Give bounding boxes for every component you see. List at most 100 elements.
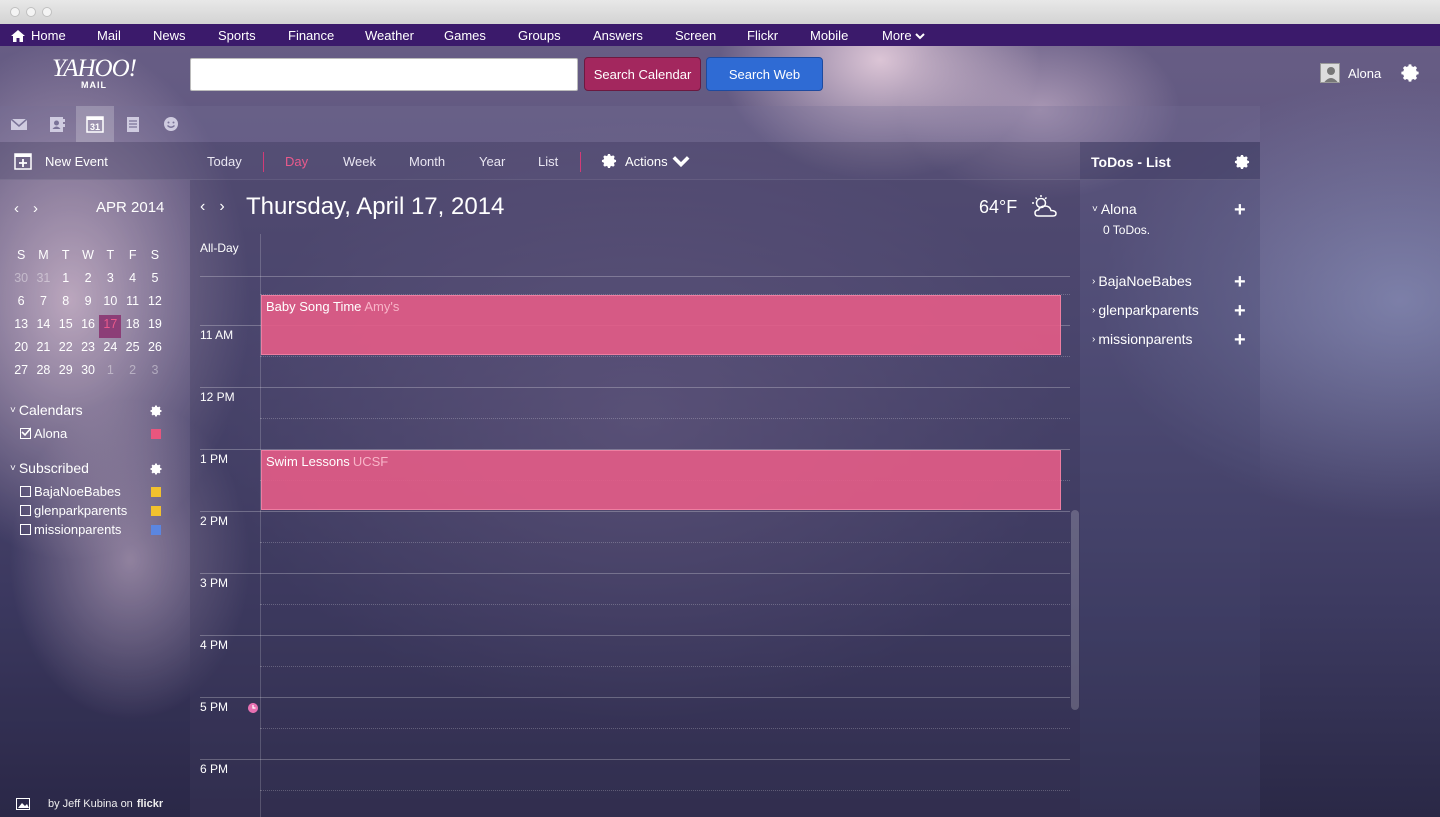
mini-calendar-day[interactable]: 16	[77, 315, 99, 338]
event-baby-song-time[interactable]: Baby Song Time Amy's	[261, 295, 1061, 355]
subscribed-item-glenparkparents[interactable]: glenparkparents	[20, 503, 127, 518]
mini-calendar-day[interactable]: 15	[55, 315, 77, 338]
subscribed-item-missionparents[interactable]: missionparents	[20, 522, 121, 537]
event-swim-lessons[interactable]: Swim Lessons UCSF	[261, 450, 1061, 510]
actions-menu[interactable]: Actions	[600, 152, 697, 170]
notepad-tab[interactable]	[114, 106, 152, 142]
mini-calendar-day[interactable]: 7	[32, 292, 54, 315]
mini-calendar-day[interactable]: 1	[99, 361, 121, 384]
todo-list-missionparents[interactable]: › missionparents	[1092, 331, 1193, 347]
mini-calendar-day[interactable]: 2	[77, 269, 99, 292]
settings-gear-icon[interactable]	[1399, 62, 1421, 84]
nav-mobile[interactable]: Mobile	[810, 28, 848, 43]
background-photo-credit[interactable]: by Jeff Kubina on flickr	[16, 798, 163, 810]
mini-calendar-day[interactable]: 26	[144, 338, 166, 361]
mini-calendar-day[interactable]: 13	[10, 315, 32, 338]
nav-more[interactable]: More	[882, 28, 925, 43]
todo-list-bajanoebabes[interactable]: › BajaNoeBabes	[1092, 273, 1192, 289]
mini-calendar-day[interactable]: 5	[144, 269, 166, 292]
user-menu[interactable]: Alona	[1320, 63, 1381, 83]
todo-list-alona[interactable]: ˅ Alona	[1092, 201, 1137, 217]
nav-finance[interactable]: Finance	[288, 28, 334, 43]
mini-calendar-day[interactable]: 24	[99, 338, 121, 361]
calendar-color-swatch[interactable]	[151, 506, 161, 516]
mini-calendar-nav[interactable]: ‹›	[14, 200, 52, 217]
week-view-button[interactable]: Week	[343, 154, 376, 169]
mini-calendar-day[interactable]: 28	[32, 361, 54, 384]
nav-home[interactable]: Home	[11, 28, 66, 43]
contacts-tab[interactable]	[38, 106, 76, 142]
todos-settings-gear-icon[interactable]	[1233, 153, 1251, 171]
calendars-settings-gear-icon[interactable]	[149, 404, 163, 418]
mini-calendar-day[interactable]: 9	[77, 292, 99, 315]
new-event-button[interactable]: New Event	[14, 152, 108, 170]
calendar-color-swatch[interactable]	[151, 487, 161, 497]
add-todo-button[interactable]: +	[1234, 301, 1246, 321]
mini-calendar-day[interactable]: 8	[55, 292, 77, 315]
checkbox-unchecked[interactable]	[20, 505, 31, 516]
mini-calendar-day[interactable]: 27	[10, 361, 32, 384]
close-window-button[interactable]	[10, 7, 20, 17]
calendar-color-swatch[interactable]	[151, 429, 161, 439]
add-todo-button[interactable]: +	[1234, 330, 1246, 350]
nav-flickr[interactable]: Flickr	[747, 28, 778, 43]
mini-calendar-day[interactable]: 12	[144, 292, 166, 315]
mini-calendar-day[interactable]: 4	[121, 269, 143, 292]
checkbox-unchecked[interactable]	[20, 486, 31, 497]
month-view-button[interactable]: Month	[409, 154, 445, 169]
mini-calendar-day[interactable]: 30	[10, 269, 32, 292]
mini-calendar-day[interactable]: 10	[99, 292, 121, 315]
search-input[interactable]	[190, 58, 578, 91]
maximize-window-button[interactable]	[42, 7, 52, 17]
yahoo-mail-logo[interactable]: YAHOO! MAIL	[48, 56, 140, 90]
today-button[interactable]: Today	[207, 154, 242, 169]
mail-tab[interactable]	[0, 106, 38, 142]
mini-calendar-day[interactable]: 25	[121, 338, 143, 361]
nav-mail[interactable]: Mail	[97, 28, 121, 43]
flickr-link[interactable]: flickr	[137, 798, 163, 810]
mini-calendar-day[interactable]: 14	[32, 315, 54, 338]
calendar-item-alona[interactable]: Alona	[20, 426, 67, 441]
nav-games[interactable]: Games	[444, 28, 486, 43]
mini-calendar-day[interactable]: 19	[144, 315, 166, 338]
day-nav-arrows[interactable]: ‹›	[200, 198, 239, 216]
nav-news[interactable]: News	[153, 28, 186, 43]
minimize-window-button[interactable]	[26, 7, 36, 17]
nav-screen[interactable]: Screen	[675, 28, 716, 43]
add-todo-button[interactable]: +	[1234, 272, 1246, 292]
todo-list-glenparkparents[interactable]: › glenparkparents	[1092, 302, 1199, 318]
mini-calendar-day[interactable]: 2	[121, 361, 143, 384]
nav-answers[interactable]: Answers	[593, 28, 643, 43]
mini-calendar-day[interactable]: 23	[77, 338, 99, 361]
mini-calendar-day[interactable]: 11	[121, 292, 143, 315]
mini-calendar-day[interactable]: 29	[55, 361, 77, 384]
calendar-tab[interactable]: 31	[76, 106, 114, 142]
subscribed-settings-gear-icon[interactable]	[149, 462, 163, 476]
mini-calendar-day[interactable]: 31	[32, 269, 54, 292]
search-web-button[interactable]: Search Web	[706, 57, 823, 91]
year-view-button[interactable]: Year	[479, 154, 505, 169]
mini-calendar-day[interactable]: 18	[121, 315, 143, 338]
mini-calendar-day[interactable]: 17	[99, 315, 122, 338]
day-view-button[interactable]: Day	[285, 154, 308, 169]
mini-calendar-day[interactable]: 30	[77, 361, 99, 384]
mini-calendar-day[interactable]: 3	[99, 269, 121, 292]
mini-calendar-day[interactable]: 20	[10, 338, 32, 361]
subscribed-item-bajanoebabes[interactable]: BajaNoeBabes	[20, 484, 121, 499]
nav-sports[interactable]: Sports	[218, 28, 256, 43]
nav-weather[interactable]: Weather	[365, 28, 414, 43]
add-todo-button[interactable]: +	[1234, 200, 1246, 220]
calendar-color-swatch[interactable]	[151, 525, 161, 535]
mini-calendar-day[interactable]: 6	[10, 292, 32, 315]
day-view-scrollbar[interactable]	[1071, 510, 1079, 710]
checkbox-checked[interactable]	[20, 427, 31, 439]
mini-calendar-day[interactable]: 22	[55, 338, 77, 361]
mini-calendar-day[interactable]: 1	[55, 269, 77, 292]
mini-calendar-day[interactable]: 21	[32, 338, 54, 361]
nav-groups[interactable]: Groups	[518, 28, 561, 43]
checkbox-unchecked[interactable]	[20, 524, 31, 535]
subscribed-section-toggle[interactable]: ˅ Subscribed	[10, 460, 89, 476]
search-calendar-button[interactable]: Search Calendar	[584, 57, 701, 91]
calendars-section-toggle[interactable]: ˅ Calendars	[10, 402, 83, 418]
messenger-tab[interactable]	[152, 106, 190, 142]
